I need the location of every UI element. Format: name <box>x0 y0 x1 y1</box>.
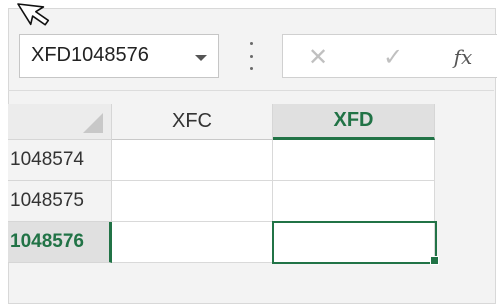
row-label: 1048576 <box>10 231 84 252</box>
cell-xfc1048575[interactable] <box>112 181 273 222</box>
more-options-icon[interactable] <box>249 42 253 70</box>
row-label: 1048574 <box>10 149 84 170</box>
fx-label: fx <box>453 45 473 69</box>
active-cell-border <box>272 221 437 264</box>
insert-function-icon[interactable]: fx <box>447 41 479 73</box>
column-header-xfc[interactable]: XFC <box>112 104 273 140</box>
enter-glyph: ✓ <box>382 43 404 71</box>
row-label: 1048575 <box>10 190 84 211</box>
formula-bar-buttons: ✕ ✓ fx <box>282 34 497 78</box>
cancel-glyph: ✕ <box>307 43 329 71</box>
fill-handle[interactable] <box>430 256 439 265</box>
row-header-1048574[interactable]: 1048574 <box>8 140 112 181</box>
column-label: XFD <box>333 109 374 131</box>
column-label: XFC <box>172 110 212 132</box>
mouse-pointer-icon <box>17 3 50 26</box>
column-header-xfd[interactable]: XFD <box>273 104 435 140</box>
enter-icon[interactable]: ✓ <box>377 41 409 73</box>
row-header-1048576[interactable]: 1048576 <box>8 222 112 263</box>
cell-xfd1048575[interactable] <box>273 181 435 222</box>
cell-xfc1048574[interactable] <box>112 140 273 181</box>
cancel-icon[interactable]: ✕ <box>302 41 334 73</box>
select-all-icon[interactable] <box>8 104 112 140</box>
cell-xfd1048574[interactable] <box>273 140 435 181</box>
toolbar-divider <box>8 90 494 91</box>
name-box-value[interactable]: XFD1048576 <box>31 44 149 67</box>
cell-xfc1048576[interactable] <box>112 222 273 263</box>
row-header-1048575[interactable]: 1048575 <box>8 181 112 222</box>
dropdown-arrow-icon[interactable] <box>195 55 207 61</box>
